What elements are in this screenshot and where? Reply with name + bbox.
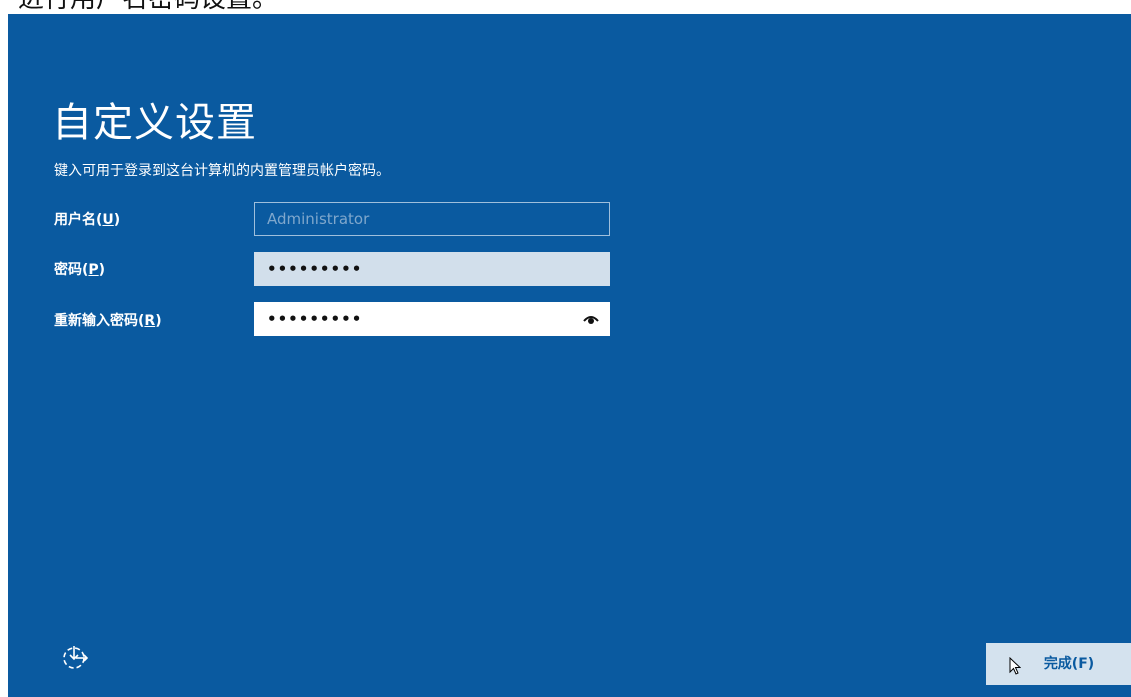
username-label-prefix: 用户名( [54, 212, 103, 228]
confirm-password-value: ••••••••• [267, 310, 363, 328]
username-placeholder: Administrator [267, 210, 370, 228]
username-accesskey: U [102, 212, 114, 228]
confirm-password-label-suffix: ) [155, 313, 162, 329]
password-label-prefix: 密码( [54, 262, 89, 278]
confirm-password-accesskey: R [144, 313, 156, 329]
finish-button-label: 完成(F) [1043, 656, 1095, 672]
finish-button[interactable]: 完成(F) [986, 643, 1131, 685]
confirm-password-field[interactable]: ••••••••• [254, 302, 610, 336]
page-title: 自定义设置 [52, 100, 257, 146]
password-accesskey: P [88, 262, 99, 278]
confirm-password-label: 重新输入密码(R) [54, 310, 162, 330]
password-label-suffix: ) [98, 262, 106, 278]
eye-icon[interactable] [583, 313, 599, 325]
setup-screen: 自定义设置 键入可用于登录到这台计算机的内置管理员帐户密码。 用户名(U) Ad… [8, 14, 1131, 697]
password-value: ••••••••• [267, 260, 363, 278]
password-label: 密码(P) [54, 259, 105, 279]
mouse-cursor-icon [1009, 657, 1021, 675]
username-label-suffix: ) [113, 212, 121, 228]
top-caption: 进行用户名密码设置。 [0, 0, 278, 12]
password-field[interactable]: ••••••••• [254, 252, 610, 286]
username-field: Administrator [254, 202, 610, 236]
confirm-password-label-prefix: 重新输入密码( [54, 313, 145, 329]
username-label: 用户名(U) [54, 209, 120, 229]
page-subtitle: 键入可用于登录到这台计算机的内置管理员帐户密码。 [54, 163, 390, 179]
accessibility-icon[interactable] [60, 642, 90, 672]
